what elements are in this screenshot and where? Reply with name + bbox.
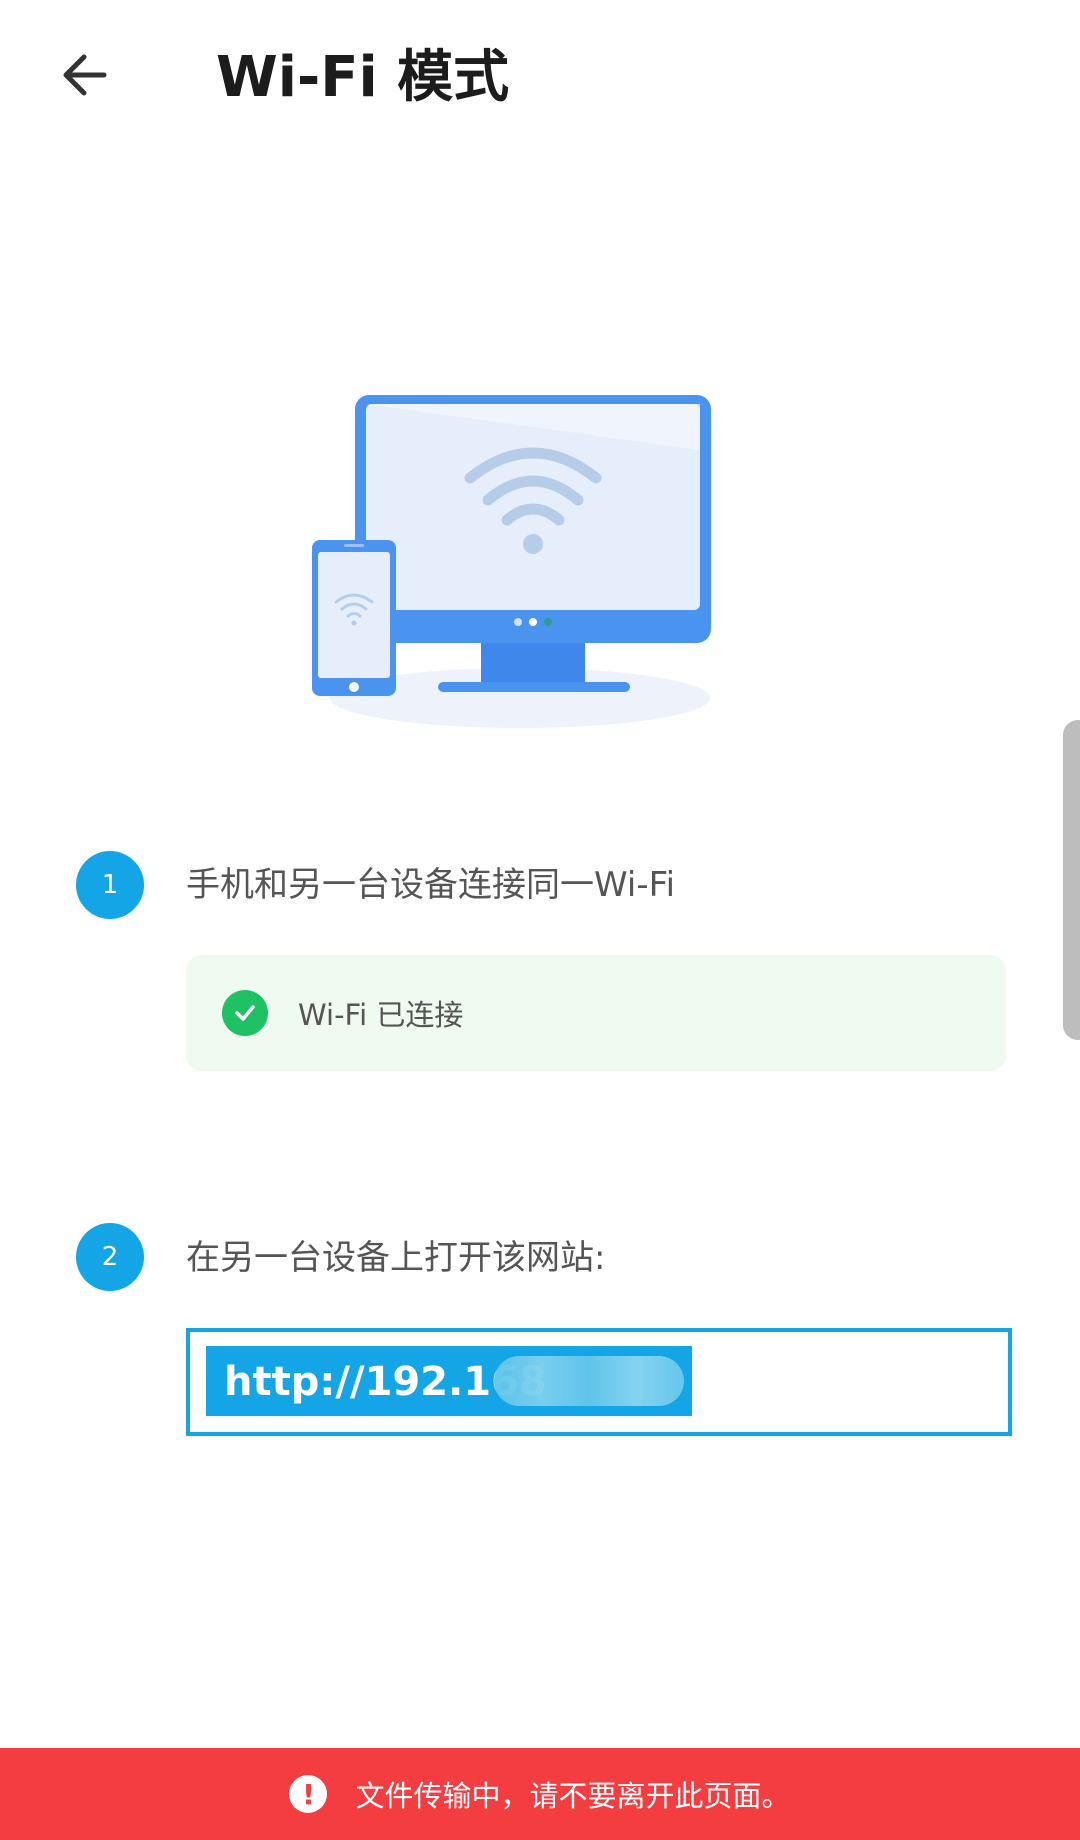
step-1-text: 手机和另一台设备连接同一Wi-Fi bbox=[186, 865, 676, 905]
header: Wi-Fi 模式 bbox=[0, 0, 1080, 160]
exclamation-icon: ! bbox=[289, 1775, 328, 1813]
warning-text: 文件传输中，请不要离开此页面。 bbox=[355, 1779, 791, 1813]
wifi-status-box: Wi-Fi 已连接 bbox=[186, 955, 1006, 1071]
page-title: Wi-Fi 模式 bbox=[216, 45, 510, 110]
step-2-badge: 2 bbox=[76, 1223, 144, 1291]
monitor-phone-wifi-illustration bbox=[300, 390, 740, 740]
url-field[interactable]: http://192.168 bbox=[186, 1328, 1012, 1436]
step-1-badge: 1 bbox=[76, 851, 144, 919]
step-2-text: 在另一台设备上打开该网站: bbox=[186, 1238, 606, 1278]
side-edge-handle[interactable] bbox=[1063, 720, 1080, 1040]
warning-banner: ! 文件传输中，请不要离开此页面。 bbox=[0, 1748, 1080, 1840]
arrow-left-icon bbox=[63, 54, 107, 96]
check-circle-icon bbox=[222, 990, 268, 1036]
redacted-blur bbox=[494, 1356, 684, 1406]
wifi-status-text: Wi-Fi 已连接 bbox=[298, 998, 464, 1032]
url-selection[interactable]: http://192.168 bbox=[206, 1346, 692, 1416]
back-button[interactable] bbox=[52, 42, 118, 108]
